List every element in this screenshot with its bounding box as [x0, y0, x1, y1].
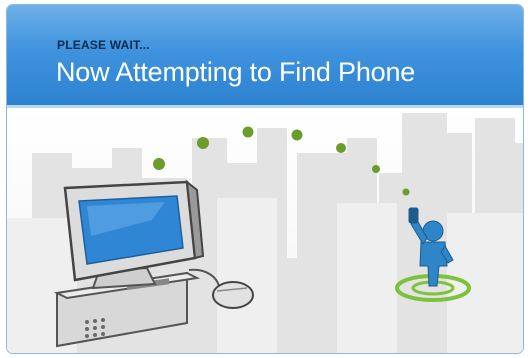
signal-dot	[197, 137, 209, 149]
please-wait-label: PLEASE WAIT...	[57, 38, 150, 52]
signal-dot	[372, 165, 380, 173]
signal-dot	[336, 143, 346, 153]
signal-dot	[153, 158, 165, 170]
dialog-header: PLEASE WAIT... Now Attempting to Find Ph…	[7, 5, 523, 108]
signal-dot	[242, 126, 254, 138]
signal-dot	[291, 129, 303, 141]
find-phone-illustration	[7, 108, 523, 353]
find-phone-dialog: PLEASE WAIT... Now Attempting to Find Ph…	[6, 4, 524, 354]
dialog-title: Now Attempting to Find Phone	[56, 57, 416, 87]
signal-dot	[402, 188, 410, 196]
